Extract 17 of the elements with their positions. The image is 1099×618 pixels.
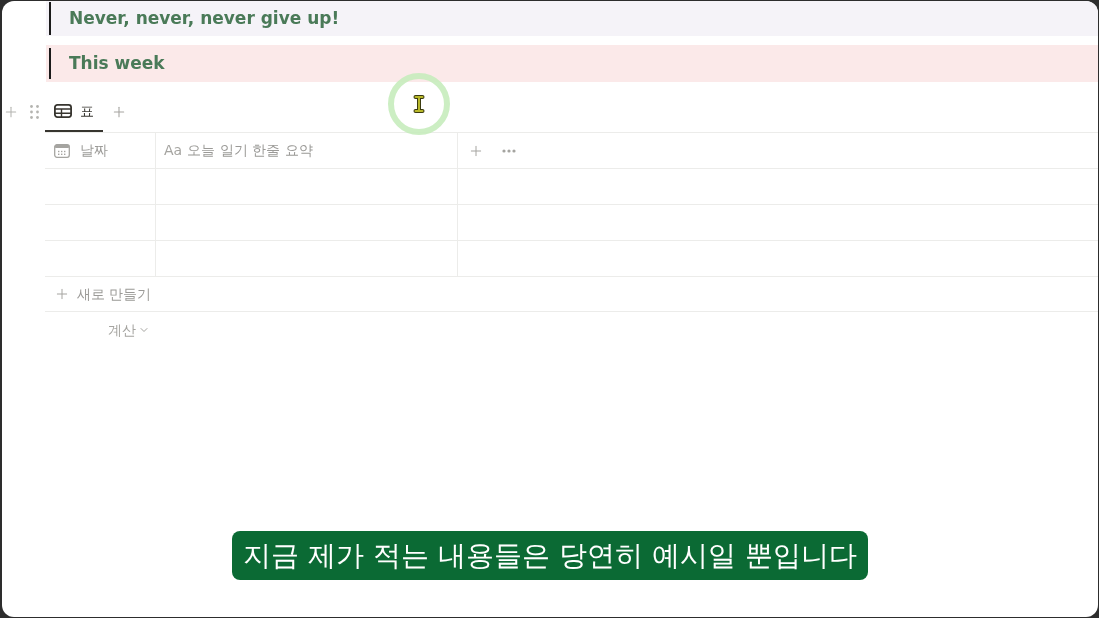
- view-tab[interactable]: 표: [45, 92, 103, 132]
- column-header[interactable]: Aa 오늘 일기 한줄 요약: [164, 137, 313, 164]
- text-cursor-icon: [387, 72, 451, 136]
- column-header[interactable]: 날짜: [54, 137, 108, 164]
- ellipsis-icon: [502, 148, 516, 153]
- callout-text: This week: [69, 51, 165, 75]
- caption-subtitle: 지금 제가 적는 내용들은 당연히 예시일 뿐입니다: [232, 531, 868, 580]
- callout-text: Never, never, never give up!: [69, 6, 340, 30]
- plus-icon[interactable]: [3, 104, 19, 120]
- drag-handle-icon[interactable]: [30, 105, 39, 119]
- new-row-button[interactable]: 새로 만들기: [54, 282, 152, 306]
- calculate-button[interactable]: 계산: [108, 319, 150, 341]
- table-icon: [54, 104, 72, 118]
- plus-icon: [111, 104, 127, 120]
- calendar-icon: [54, 143, 70, 158]
- text-type-label: Aa: [164, 141, 183, 160]
- plus-icon: [54, 286, 70, 302]
